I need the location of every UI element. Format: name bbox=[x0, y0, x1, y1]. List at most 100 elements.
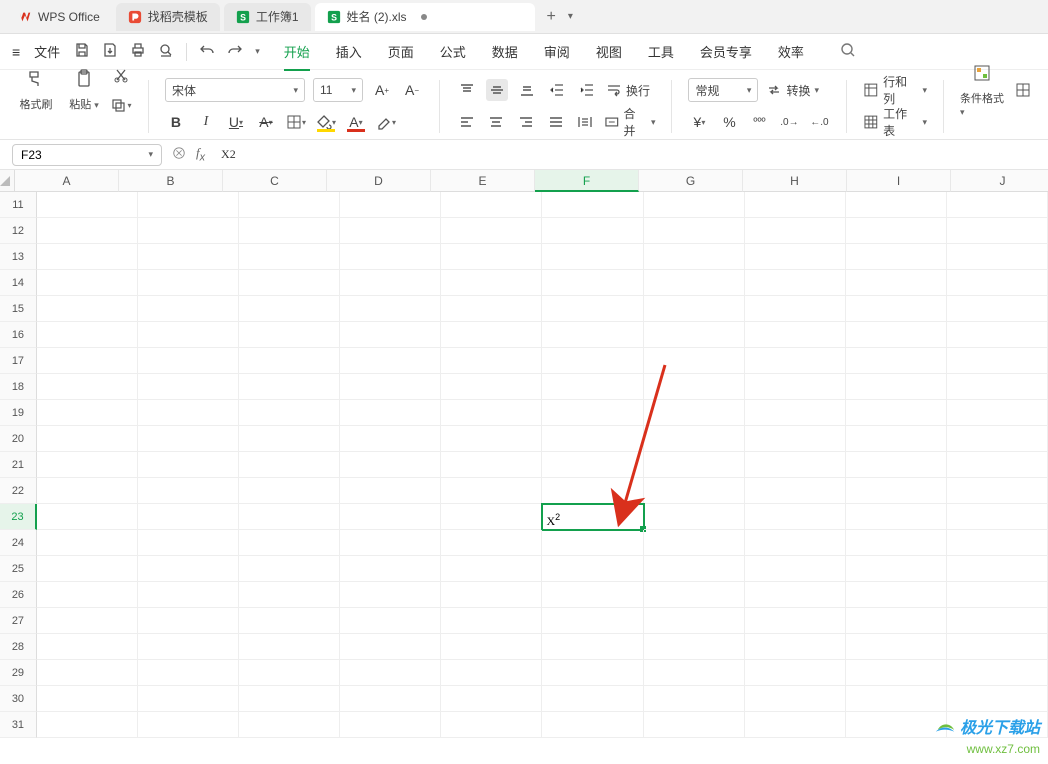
cell[interactable] bbox=[542, 452, 643, 478]
row-header[interactable]: 21 bbox=[0, 452, 37, 478]
undo-icon[interactable] bbox=[199, 42, 215, 61]
borders-button[interactable]: ▾ bbox=[285, 111, 307, 133]
cell[interactable] bbox=[644, 426, 745, 452]
cell[interactable] bbox=[239, 322, 340, 348]
tab-list-chevron-icon[interactable]: ▾ bbox=[568, 11, 573, 22]
cell[interactable] bbox=[745, 270, 846, 296]
cell[interactable] bbox=[542, 686, 643, 712]
cell[interactable] bbox=[441, 374, 542, 400]
align-bottom-icon[interactable] bbox=[516, 79, 538, 101]
cell[interactable] bbox=[846, 296, 947, 322]
cell[interactable] bbox=[745, 478, 846, 504]
cell[interactable] bbox=[340, 660, 441, 686]
cell[interactable] bbox=[542, 400, 643, 426]
strikethrough-button[interactable]: A ▾ bbox=[255, 111, 277, 133]
cell[interactable] bbox=[138, 192, 239, 218]
cell[interactable] bbox=[441, 270, 542, 296]
cell[interactable] bbox=[947, 530, 1048, 556]
cell[interactable] bbox=[542, 634, 643, 660]
cell[interactable] bbox=[441, 478, 542, 504]
cell[interactable] bbox=[644, 530, 745, 556]
cell[interactable] bbox=[644, 452, 745, 478]
cell[interactable] bbox=[37, 530, 138, 556]
cell[interactable] bbox=[138, 244, 239, 270]
cell[interactable] bbox=[644, 686, 745, 712]
cell[interactable] bbox=[947, 452, 1048, 478]
cell[interactable] bbox=[745, 634, 846, 660]
cell[interactable] bbox=[239, 608, 340, 634]
cell[interactable] bbox=[947, 582, 1048, 608]
cut-icon[interactable] bbox=[110, 64, 132, 86]
font-color-button[interactable]: A▾ bbox=[345, 111, 367, 133]
cell[interactable] bbox=[441, 530, 542, 556]
cell[interactable] bbox=[745, 712, 846, 738]
cell[interactable] bbox=[846, 426, 947, 452]
cell[interactable] bbox=[846, 660, 947, 686]
cell[interactable] bbox=[37, 478, 138, 504]
cell[interactable] bbox=[239, 270, 340, 296]
cell[interactable] bbox=[340, 634, 441, 660]
align-middle-icon[interactable] bbox=[486, 79, 508, 101]
tab-workbook2[interactable]: S 姓名 (2).xls bbox=[315, 3, 535, 31]
cell[interactable] bbox=[745, 686, 846, 712]
cell[interactable] bbox=[542, 374, 643, 400]
cell[interactable]: X2 bbox=[542, 504, 643, 530]
name-box[interactable]: F23 ▾ bbox=[12, 144, 162, 166]
row-header[interactable]: 26 bbox=[0, 582, 37, 608]
ribbon-tab-insert[interactable]: 插入 bbox=[336, 42, 362, 61]
font-name-combo[interactable]: 宋体▾ bbox=[165, 78, 305, 102]
cell[interactable] bbox=[947, 322, 1048, 348]
cell[interactable] bbox=[745, 660, 846, 686]
cell[interactable] bbox=[239, 426, 340, 452]
row-header[interactable]: 11 bbox=[0, 192, 37, 218]
decrease-font-icon[interactable]: A− bbox=[401, 79, 423, 101]
ribbon-tab-page[interactable]: 页面 bbox=[388, 42, 414, 61]
column-header[interactable]: F bbox=[535, 170, 639, 192]
cell[interactable] bbox=[441, 686, 542, 712]
paste-button[interactable]: 粘贴 ▾ bbox=[66, 69, 102, 112]
cell[interactable] bbox=[37, 452, 138, 478]
new-tab-button[interactable]: + bbox=[539, 8, 564, 26]
cell[interactable] bbox=[745, 556, 846, 582]
cell[interactable] bbox=[745, 452, 846, 478]
cell[interactable] bbox=[947, 426, 1048, 452]
cell[interactable] bbox=[542, 348, 643, 374]
cell[interactable] bbox=[947, 296, 1048, 322]
cell[interactable] bbox=[340, 244, 441, 270]
cell[interactable] bbox=[947, 686, 1048, 712]
cell[interactable] bbox=[745, 608, 846, 634]
cell[interactable] bbox=[542, 530, 643, 556]
column-header[interactable]: A bbox=[15, 170, 119, 192]
cell[interactable] bbox=[542, 270, 643, 296]
cell[interactable] bbox=[947, 270, 1048, 296]
row-header[interactable]: 12 bbox=[0, 218, 37, 244]
ribbon-tab-member[interactable]: 会员专享 bbox=[700, 42, 752, 61]
cell[interactable] bbox=[138, 478, 239, 504]
increase-decimal-icon[interactable]: .0→ bbox=[778, 111, 800, 133]
wrap-text-button[interactable]: 换行 bbox=[606, 82, 650, 99]
cell[interactable] bbox=[441, 348, 542, 374]
cell[interactable] bbox=[542, 426, 643, 452]
cell[interactable] bbox=[947, 608, 1048, 634]
cell[interactable] bbox=[644, 712, 745, 738]
thousands-icon[interactable]: ººº bbox=[748, 111, 770, 133]
cell[interactable] bbox=[947, 348, 1048, 374]
cell[interactable] bbox=[644, 218, 745, 244]
file-menu[interactable]: 文件 bbox=[34, 42, 60, 61]
cell[interactable] bbox=[542, 582, 643, 608]
cell[interactable] bbox=[239, 348, 340, 374]
cell[interactable] bbox=[138, 530, 239, 556]
cell[interactable] bbox=[340, 686, 441, 712]
cell[interactable] bbox=[542, 556, 643, 582]
cell[interactable] bbox=[239, 634, 340, 660]
cell[interactable] bbox=[138, 218, 239, 244]
cell[interactable] bbox=[340, 504, 441, 530]
cell[interactable] bbox=[745, 348, 846, 374]
cell[interactable] bbox=[947, 244, 1048, 270]
cell[interactable] bbox=[239, 192, 340, 218]
cell[interactable] bbox=[138, 556, 239, 582]
cell[interactable] bbox=[340, 322, 441, 348]
cell[interactable] bbox=[745, 582, 846, 608]
cell[interactable] bbox=[542, 244, 643, 270]
align-center-icon[interactable] bbox=[486, 111, 508, 133]
